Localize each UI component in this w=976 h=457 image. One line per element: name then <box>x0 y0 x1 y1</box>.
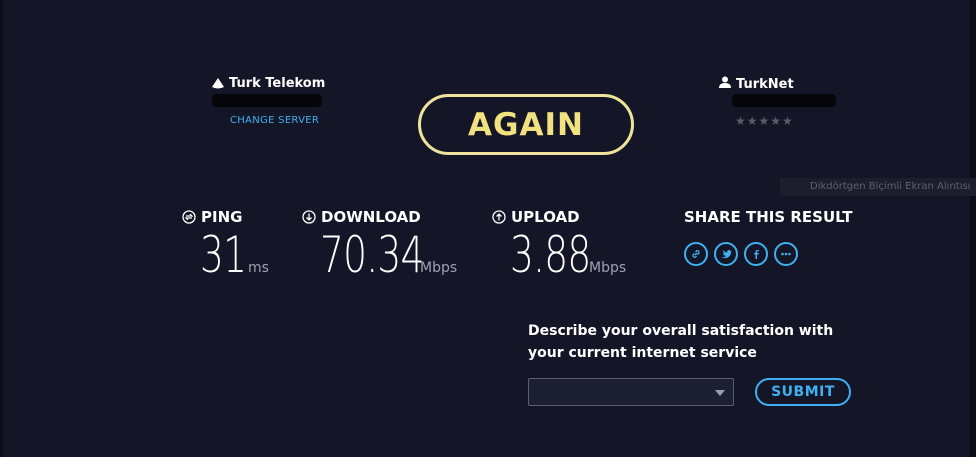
ping-value: 31 <box>200 226 247 284</box>
upload-icon <box>492 210 506 224</box>
ping-unit: ms <box>248 260 269 276</box>
ping-label: PING <box>182 208 242 226</box>
upload-label: UPLOAD <box>492 208 580 226</box>
facebook-icon[interactable] <box>744 242 768 266</box>
change-server-link[interactable]: CHANGE SERVER <box>230 115 319 126</box>
download-label-text: DOWNLOAD <box>321 208 421 226</box>
more-icon[interactable] <box>774 242 798 266</box>
right-edge <box>970 0 976 457</box>
download-icon <box>302 210 316 224</box>
left-edge <box>0 0 3 457</box>
twitter-icon[interactable] <box>714 242 738 266</box>
satisfaction-select[interactable] <box>528 378 734 406</box>
ping-icon <box>182 210 196 224</box>
rating-stars[interactable]: ★★★★★ <box>735 114 794 128</box>
link-icon[interactable] <box>684 242 708 266</box>
user-icon <box>719 76 731 92</box>
redacted-host-location <box>732 94 836 107</box>
chevron-down-icon <box>715 390 725 396</box>
share-icons <box>684 242 798 266</box>
redacted-ip <box>212 94 322 107</box>
host-info: TurkNet <box>719 76 794 92</box>
upload-label-text: UPLOAD <box>511 208 580 226</box>
download-value: 70.34 <box>320 226 424 284</box>
submit-button[interactable]: SUBMIT <box>755 378 851 406</box>
survey-question: Describe your overall satisfaction with … <box>528 323 834 361</box>
upload-unit: Mbps <box>589 260 627 276</box>
again-button[interactable]: AGAIN <box>418 94 634 155</box>
ping-label-text: PING <box>201 208 243 226</box>
snipping-tooltip: Dikdörtgen Biçimli Ekran Alıntısı <box>780 178 976 196</box>
isp-name: Turk Telekom <box>229 76 326 91</box>
host-name: TurkNet <box>736 76 794 92</box>
download-unit: Mbps <box>420 260 458 276</box>
isp-icon <box>212 78 224 89</box>
share-title: SHARE THIS RESULT <box>684 208 853 226</box>
isp-info: Turk Telekom <box>212 76 325 91</box>
download-label: DOWNLOAD <box>302 208 421 226</box>
upload-value: 3.88 <box>510 226 591 284</box>
